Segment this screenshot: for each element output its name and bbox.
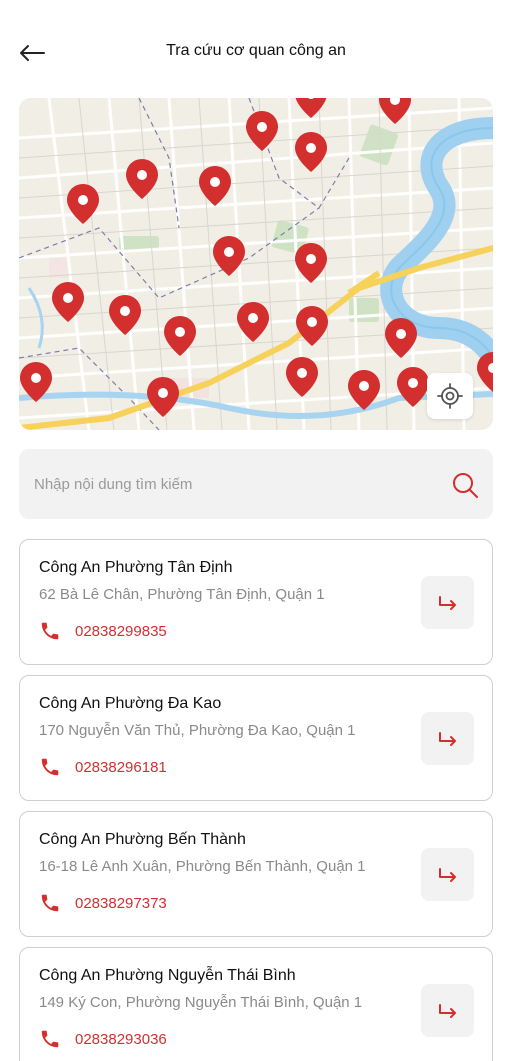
map-view[interactable] bbox=[19, 98, 493, 430]
phone-icon bbox=[41, 622, 59, 640]
station-name: Công An Phường Nguyễn Thái Bình bbox=[39, 967, 296, 984]
station-address: 16-18 Lê Anh Xuân, Phường Bến Thành, Quậ… bbox=[39, 858, 366, 875]
search-input[interactable] bbox=[34, 449, 434, 519]
station-phone-row[interactable]: 02838299835 bbox=[39, 620, 167, 642]
station-phone-row[interactable]: 02838296181 bbox=[39, 756, 167, 778]
station-phone[interactable]: 02838299835 bbox=[75, 623, 167, 640]
station-card[interactable]: Công An Phường Bến Thành 16-18 Lê Anh Xu… bbox=[19, 811, 493, 937]
phone-icon bbox=[41, 1030, 59, 1048]
directions-button[interactable] bbox=[421, 712, 474, 765]
search-icon[interactable] bbox=[451, 471, 479, 499]
station-card[interactable]: Công An Phường Tân Định 62 Bà Lê Chân, P… bbox=[19, 539, 493, 665]
station-card[interactable]: Công An Phường Đa Kao 170 Nguyễn Văn Thủ… bbox=[19, 675, 493, 801]
station-phone-row[interactable]: 02838297373 bbox=[39, 892, 167, 914]
station-phone[interactable]: 02838293036 bbox=[75, 1031, 167, 1048]
station-phone-row[interactable]: 02838293036 bbox=[39, 1028, 167, 1050]
station-address: 62 Bà Lê Chân, Phường Tân Định, Quận 1 bbox=[39, 586, 325, 603]
turn-right-arrow-icon bbox=[438, 1003, 456, 1018]
station-address: 149 Ký Con, Phường Nguyễn Thái Bình, Quậ… bbox=[39, 994, 363, 1011]
station-name: Công An Phường Bến Thành bbox=[39, 831, 246, 848]
turn-right-arrow-icon bbox=[438, 731, 456, 746]
station-address: 170 Nguyễn Văn Thủ, Phường Đa Kao, Quận … bbox=[39, 722, 356, 739]
turn-right-arrow-icon bbox=[438, 595, 456, 610]
directions-button[interactable] bbox=[421, 984, 474, 1037]
phone-icon bbox=[41, 758, 59, 776]
map-canvas[interactable] bbox=[19, 98, 493, 430]
station-card[interactable]: Công An Phường Nguyễn Thái Bình 149 Ký C… bbox=[19, 947, 493, 1061]
page-title: Tra cứu cơ quan công an bbox=[166, 42, 346, 59]
directions-button[interactable] bbox=[421, 576, 474, 629]
app-header: Tra cứu cơ quan công an bbox=[0, 0, 512, 100]
turn-right-arrow-icon bbox=[438, 867, 456, 882]
station-name: Công An Phường Tân Định bbox=[39, 559, 233, 576]
my-location-button[interactable] bbox=[427, 373, 473, 419]
crosshair-icon bbox=[437, 383, 463, 409]
directions-button[interactable] bbox=[421, 848, 474, 901]
search-bar bbox=[19, 449, 493, 519]
station-name: Công An Phường Đa Kao bbox=[39, 695, 222, 712]
phone-icon bbox=[41, 894, 59, 912]
station-phone[interactable]: 02838296181 bbox=[75, 759, 167, 776]
station-phone[interactable]: 02838297373 bbox=[75, 895, 167, 912]
